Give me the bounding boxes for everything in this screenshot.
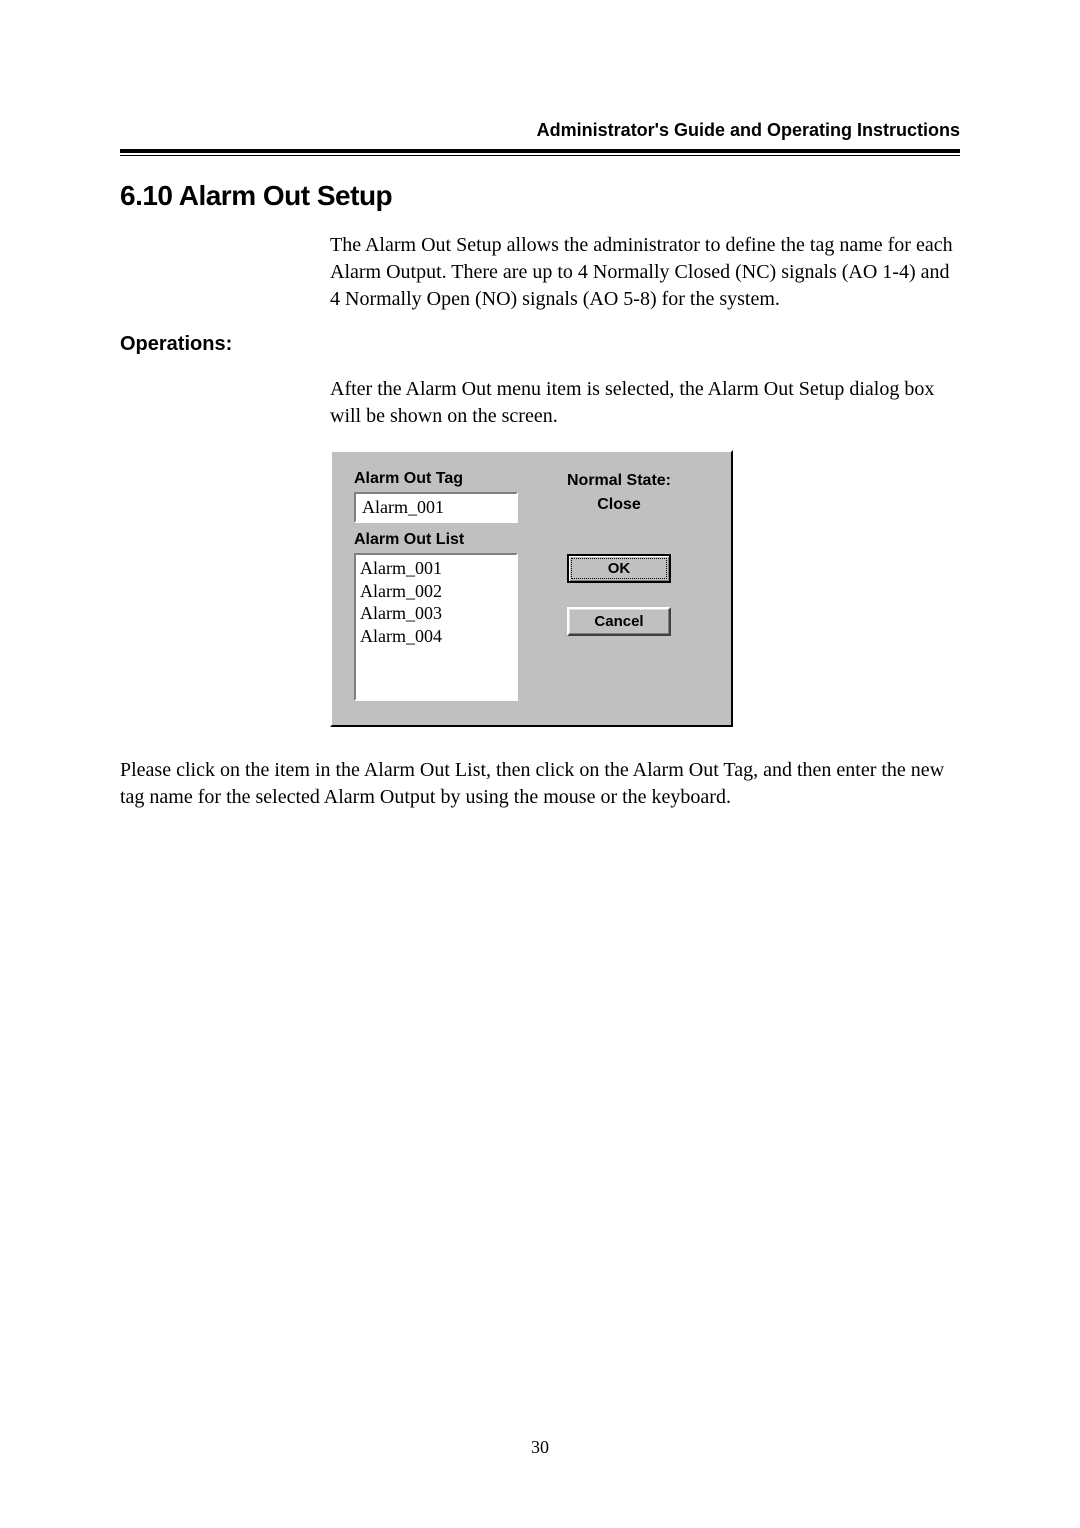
list-item[interactable]: Alarm_003 [360,602,512,625]
footer-paragraph: Please click on the item in the Alarm Ou… [120,757,960,811]
operations-text: After the Alarm Out menu item is selecte… [330,376,960,430]
list-item[interactable]: Alarm_002 [360,580,512,603]
alarm-out-setup-dialog: Alarm Out Tag Alarm_001 Alarm Out List A… [330,450,733,727]
operations-label: Operations: [120,333,960,356]
list-item[interactable]: Alarm_004 [360,625,512,648]
cancel-button[interactable]: Cancel [567,607,671,636]
page-header: Administrator's Guide and Operating Inst… [120,120,960,141]
ok-button[interactable]: OK [567,554,671,583]
normal-state-value: Close [529,496,709,514]
divider-thick [120,149,960,153]
alarm-out-list-label: Alarm Out List [354,531,529,549]
intro-paragraph: The Alarm Out Setup allows the administr… [330,232,960,313]
divider-thin [120,155,960,156]
normal-state-label: Normal State: [529,472,709,490]
section-heading: 6.10 Alarm Out Setup [120,180,960,212]
alarm-out-tag-label: Alarm Out Tag [354,470,529,488]
list-item[interactable]: Alarm_001 [360,557,512,580]
page-number: 30 [0,1437,1080,1458]
alarm-out-list[interactable]: Alarm_001 Alarm_002 Alarm_003 Alarm_004 [354,553,518,701]
alarm-out-tag-input[interactable]: Alarm_001 [354,492,518,523]
